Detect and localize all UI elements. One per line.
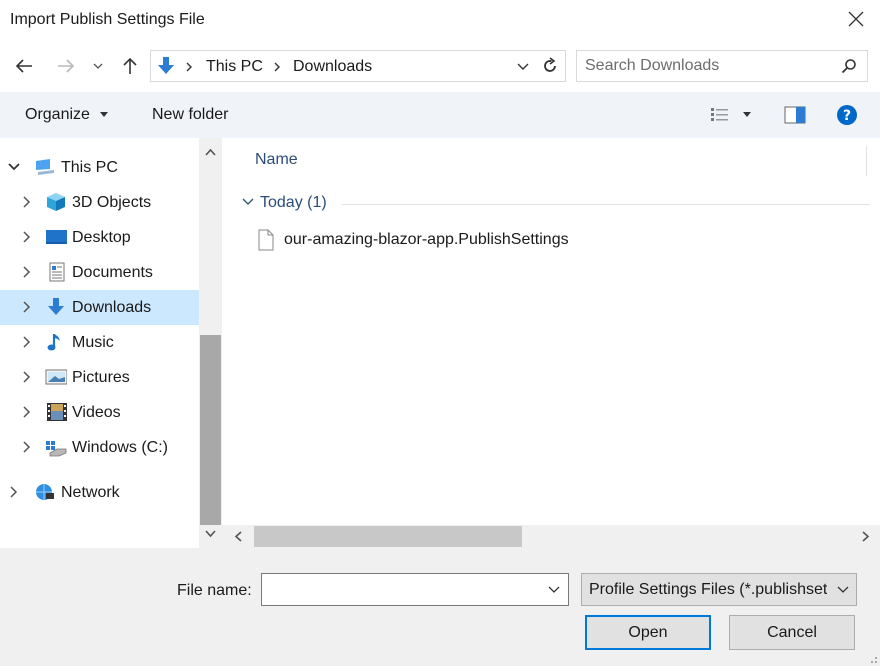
nav-item-pictures[interactable]: Pictures: [0, 360, 199, 395]
nav-item-this-pc[interactable]: This PC: [0, 150, 199, 185]
collapsed-chevron-icon[interactable]: [21, 335, 33, 349]
desktop-icon: [46, 230, 67, 244]
download-arrow-icon: [158, 57, 174, 74]
collapsed-chevron-icon[interactable]: [21, 195, 33, 209]
collapsed-chevron-icon[interactable]: [21, 440, 33, 454]
nav-item-videos[interactable]: Videos: [0, 395, 199, 430]
breadcrumb-downloads[interactable]: Downloads: [293, 58, 372, 76]
document-icon: [49, 262, 65, 282]
scroll-right-arrow-icon[interactable]: [862, 531, 870, 542]
file-type-select[interactable]: Profile Settings Files (*.publishsetting…: [581, 573, 857, 606]
nav-label: Videos: [72, 404, 121, 421]
dropdown-caret-icon: [100, 111, 109, 117]
pc-icon: [36, 159, 54, 175]
pictures-icon: [45, 369, 67, 385]
svg-text:?: ?: [843, 108, 851, 124]
column-divider[interactable]: [866, 146, 867, 176]
navigation-pane: This PC 3D Objects Desktop Documents Dow…: [0, 138, 222, 548]
recent-locations-chevron-icon[interactable]: [90, 54, 106, 78]
nav-label: Pictures: [72, 369, 130, 386]
film-icon: [47, 403, 67, 421]
scrollbar-thumb[interactable]: [200, 335, 221, 525]
dialog-footer: File name: Profile Settings Files (*.pub…: [0, 548, 880, 666]
file-name-input[interactable]: [266, 579, 536, 601]
address-bar[interactable]: This PC Downloads: [150, 50, 566, 82]
group-collapse-chevron-icon[interactable]: [242, 198, 254, 206]
organize-label: Organize: [25, 106, 90, 123]
nav-label: Downloads: [72, 299, 152, 316]
nav-label: Network: [61, 484, 120, 501]
file-name-label: File name:: [177, 582, 252, 599]
preview-pane-icon[interactable]: [784, 106, 806, 124]
collapsed-chevron-icon[interactable]: [21, 230, 33, 244]
chevron-down-icon[interactable]: [548, 586, 560, 594]
navigation-bar: This PC Downloads: [0, 46, 880, 88]
collapsed-chevron-icon[interactable]: [21, 300, 33, 314]
collapsed-chevron-icon[interactable]: [21, 370, 33, 384]
nav-label: Music: [72, 334, 114, 351]
download-arrow-icon: [48, 298, 64, 315]
cube-icon: [47, 193, 65, 211]
nav-pane-scrollbar[interactable]: [199, 138, 222, 548]
open-button[interactable]: Open: [585, 615, 711, 650]
command-bar: Organize New folder ?: [0, 92, 880, 138]
view-dropdown-caret-icon[interactable]: [743, 112, 751, 118]
file-icon: [258, 229, 274, 251]
help-icon[interactable]: ?: [836, 104, 858, 126]
nav-item-desktop[interactable]: Desktop: [0, 220, 199, 255]
drive-icon: [46, 441, 67, 457]
nav-label: Documents: [72, 264, 153, 281]
chevron-down-icon[interactable]: [837, 586, 849, 594]
search-box[interactable]: [576, 50, 868, 82]
nav-label: 3D Objects: [72, 194, 152, 211]
nav-item-documents[interactable]: Documents: [0, 255, 199, 290]
import-publish-settings-dialog: Import Publish Settings File This PC Dow…: [0, 0, 880, 666]
group-divider: [342, 204, 870, 205]
file-list-scrollbar[interactable]: [222, 525, 880, 548]
organize-button[interactable]: Organize: [25, 106, 109, 124]
scroll-up-arrow-icon[interactable]: [205, 148, 216, 156]
back-arrow-icon[interactable]: [12, 54, 36, 78]
file-name: our-amazing-blazor-app.PublishSettings: [284, 231, 569, 248]
address-history-chevron-icon[interactable]: [517, 62, 529, 72]
breadcrumb-this-pc[interactable]: This PC: [206, 58, 263, 76]
file-type-value: Profile Settings Files (*.publishsetting…: [589, 581, 827, 598]
scroll-left-arrow-icon[interactable]: [234, 531, 242, 542]
search-icon[interactable]: [841, 58, 857, 74]
close-icon[interactable]: [846, 9, 866, 29]
title-bar: Import Publish Settings File: [0, 0, 880, 42]
group-header-today[interactable]: Today (1): [260, 194, 327, 212]
collapsed-chevron-icon[interactable]: [21, 405, 33, 419]
nav-label: Windows (C:): [72, 439, 169, 456]
refresh-icon[interactable]: [541, 57, 559, 75]
scroll-down-arrow-icon[interactable]: [205, 530, 216, 538]
nav-item-downloads[interactable]: Downloads: [0, 290, 199, 325]
forward-arrow-icon[interactable]: [54, 54, 78, 78]
file-name-combobox[interactable]: [261, 573, 569, 606]
collapsed-chevron-icon[interactable]: [21, 265, 33, 279]
music-note-icon: [47, 334, 60, 351]
search-input[interactable]: [585, 55, 831, 77]
resize-grip-icon[interactable]: [866, 652, 878, 664]
nav-item-windows-c[interactable]: Windows (C:): [0, 430, 199, 465]
new-folder-button[interactable]: New folder: [152, 106, 228, 124]
collapsed-chevron-icon[interactable]: [8, 485, 20, 499]
up-arrow-icon[interactable]: [118, 54, 142, 78]
column-header-name[interactable]: Name: [255, 151, 298, 169]
nav-item-3d-objects[interactable]: 3D Objects: [0, 185, 199, 220]
cancel-button[interactable]: Cancel: [729, 615, 855, 650]
nav-label: This PC: [61, 159, 118, 176]
file-row[interactable]: our-amazing-blazor-app.PublishSettings: [256, 226, 816, 256]
nav-label: Desktop: [72, 229, 131, 246]
file-list-pane: Name Today (1) our-amazing-blazor-app.Pu…: [222, 138, 880, 548]
breadcrumb-separator-icon: [186, 62, 192, 72]
expanded-chevron-icon[interactable]: [8, 160, 20, 174]
view-options-icon[interactable]: [710, 106, 730, 124]
network-icon: [36, 484, 54, 500]
window-title: Import Publish Settings File: [10, 11, 205, 28]
breadcrumb-separator-icon: [274, 62, 280, 72]
scrollbar-thumb[interactable]: [254, 526, 522, 547]
nav-item-network[interactable]: Network: [0, 475, 199, 510]
nav-item-music[interactable]: Music: [0, 325, 199, 360]
